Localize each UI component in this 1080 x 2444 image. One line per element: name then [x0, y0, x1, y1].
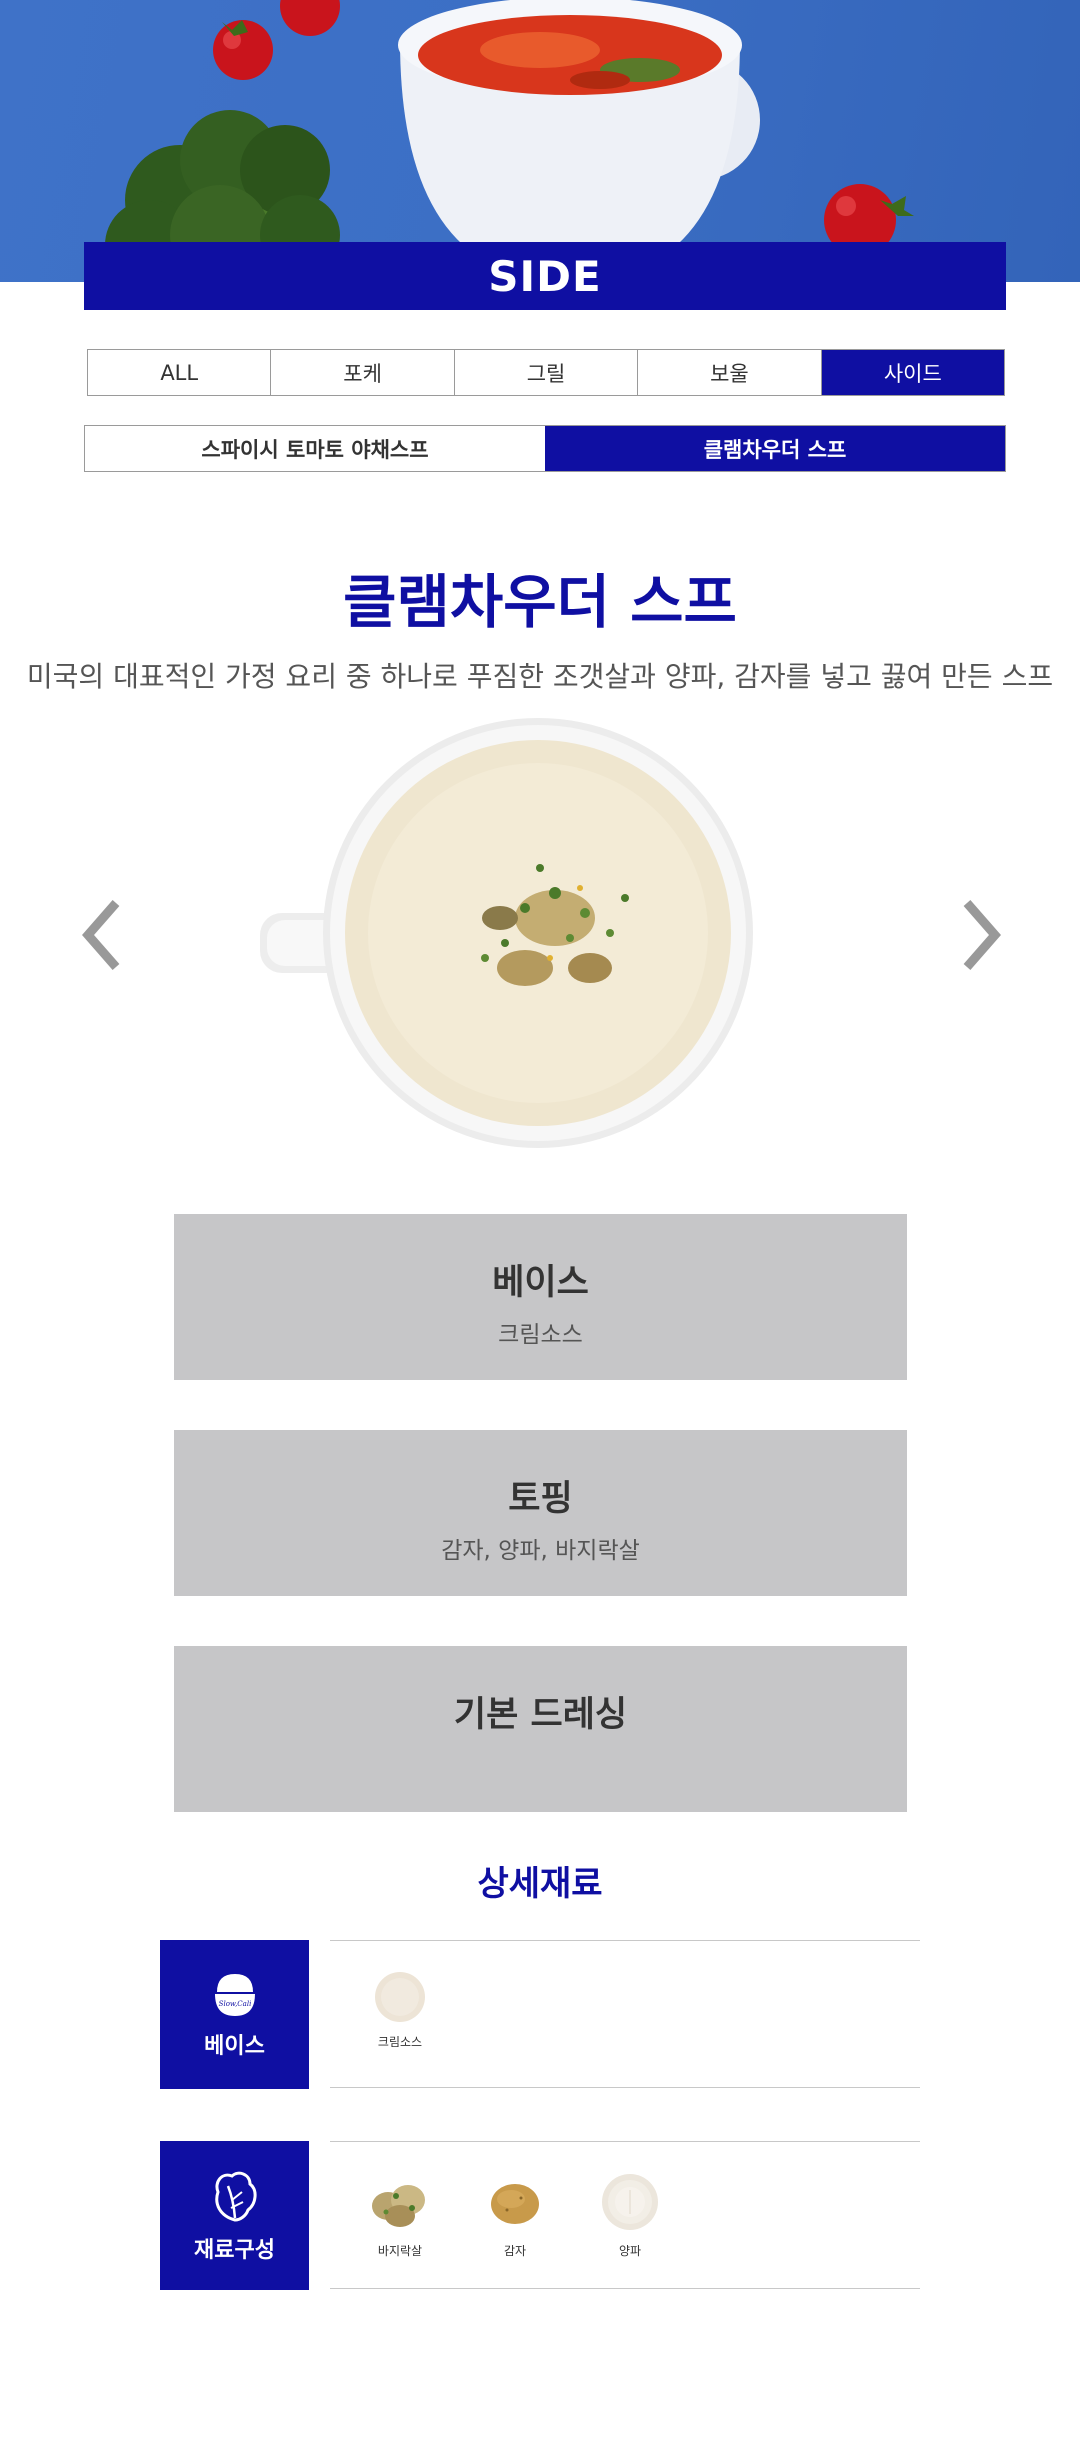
- topping-info-box: 토핑 감자, 양파, 바지락살: [174, 1430, 907, 1596]
- category-banner: SIDE: [84, 242, 1006, 310]
- ingredients-label: 재료구성: [160, 2141, 309, 2290]
- chevron-left-icon: [82, 900, 120, 970]
- dressing-heading: 기본 드레싱: [453, 1695, 628, 1735]
- ingredient-item: 감자: [465, 2172, 565, 2259]
- carousel-next-button[interactable]: [955, 895, 1005, 975]
- bowl-logo-icon: Slow,Cali: [214, 1973, 255, 2016]
- tab-bowl[interactable]: 보울: [638, 350, 822, 395]
- ingredient-item: 양파: [580, 2172, 680, 2259]
- svg-text:Slow,Cali: Slow,Cali: [218, 2000, 251, 2008]
- base-value: 크림소스: [498, 1322, 583, 1348]
- topping-value: 감자, 양파, 바지락살: [441, 1538, 640, 1564]
- tab-all[interactable]: ALL: [88, 350, 272, 395]
- category-tabs: ALL 포케 그릴 보울 사이드: [87, 349, 1005, 396]
- hero-image: [0, 0, 1080, 282]
- product-description: 미국의 대표적인 가정 요리 중 하나로 푸짐한 조갯살과 양파, 감자를 넣고…: [26, 660, 1054, 693]
- carousel-prev-button[interactable]: [78, 895, 128, 975]
- potato-image: [491, 2184, 539, 2224]
- base-ingredient-label-text: 베이스: [204, 2033, 265, 2059]
- tab-spicy-tomato-soup[interactable]: 스파이시 토마토 야채스프: [85, 426, 545, 471]
- ingredients-row: 바지락살 감자 양파: [330, 2141, 920, 2289]
- tab-grill[interactable]: 그릴: [455, 350, 639, 395]
- dressing-info-box: 기본 드레싱: [174, 1646, 907, 1812]
- details-title: 상세재료: [477, 1864, 603, 1904]
- ingredient-name: 감자: [503, 2244, 527, 2258]
- product-title: 클램차우더 스프: [343, 568, 737, 636]
- tab-clam-chowder-soup[interactable]: 클램차우더 스프: [545, 426, 1005, 471]
- base-ingredient-row: 크림소스: [330, 1940, 920, 2088]
- chevron-right-icon: [963, 900, 1001, 970]
- ingredient-name: 크림소스: [377, 2035, 423, 2049]
- ingredient-item: 크림소스: [350, 1971, 450, 2050]
- tab-side[interactable]: 사이드: [821, 350, 1005, 395]
- clam-meat-image: [372, 2185, 425, 2227]
- tab-poke[interactable]: 포케: [271, 350, 455, 395]
- ingredients-label-text: 재료구성: [194, 2237, 275, 2263]
- base-ingredient-label: Slow,Cali 베이스: [160, 1940, 309, 2089]
- ingredient-item: 바지락살: [350, 2172, 450, 2259]
- product-image: [260, 718, 753, 1148]
- ingredient-name: 바지락살: [377, 2244, 423, 2258]
- base-heading: 베이스: [492, 1263, 589, 1303]
- cream-sauce-image: [375, 1972, 425, 2022]
- topping-heading: 토핑: [508, 1479, 573, 1519]
- lettuce-icon: [214, 2171, 256, 2222]
- onion-image: [602, 2174, 658, 2230]
- base-info-box: 베이스 크림소스: [174, 1214, 907, 1380]
- product-tabs: 스파이시 토마토 야채스프 클램차우더 스프: [84, 425, 1006, 472]
- ingredient-name: 양파: [618, 2244, 642, 2258]
